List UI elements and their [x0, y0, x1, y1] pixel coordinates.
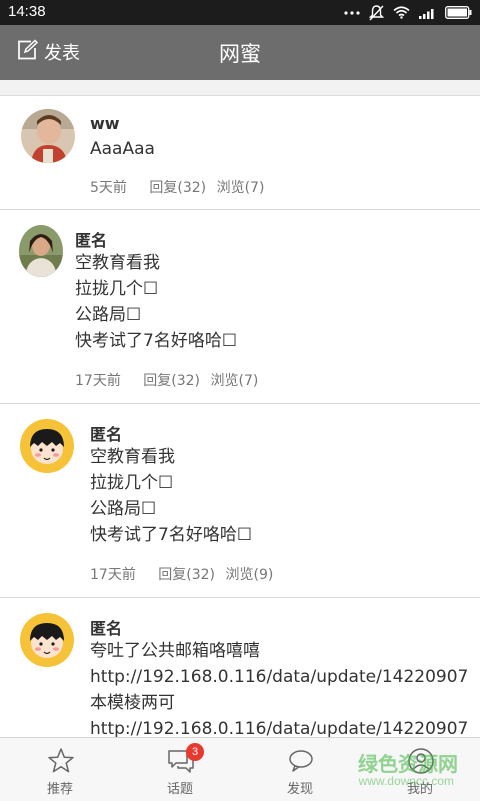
status-icons: [344, 4, 472, 21]
wifi-icon: [393, 6, 410, 19]
post-content: 空教育看我 拉拢几个☐ 公路局☐ 快考试了7名好咯哈☐: [90, 444, 480, 548]
post-link[interactable]: http://192.168.0.116/data/update/1422090…: [90, 664, 480, 690]
nav-label: 话题: [166, 782, 193, 797]
person-icon: [407, 747, 435, 775]
post-author: 匿名: [75, 231, 108, 250]
post-item[interactable]: 匿名 空教育看我 拉拢几个☐ 公路局☐ 快考试了7名好咯哈☐ 17天前 回复(3…: [0, 210, 480, 404]
post-feed[interactable]: ww AaaAaa 5天前 回复(32) 浏览(7) 匿名 空教育看我 拉拢几个…: [0, 95, 480, 738]
avatar[interactable]: [19, 225, 63, 277]
post-meta: 17天前 回复(32) 浏览(9): [90, 564, 273, 584]
star-icon: [47, 747, 75, 775]
post-meta: 5天前 回复(32) 浏览(7): [90, 177, 264, 197]
post-author: 匿名: [90, 425, 123, 444]
post-line: 夸吐了公共邮箱咯嘻嘻: [90, 641, 260, 661]
notification-badge: 3: [186, 743, 204, 761]
more-dots-icon: [344, 10, 360, 16]
nav-label: 发现: [286, 782, 313, 797]
post-time: 17天前: [75, 373, 121, 389]
reply-count[interactable]: 回复(32): [149, 180, 206, 196]
avatar[interactable]: [20, 419, 74, 473]
post-content: AaaAaa: [90, 136, 480, 162]
avatar[interactable]: [21, 109, 75, 163]
post-content: 夸吐了公共邮箱咯嘻嘻 http://192.168.0.116/data/upd…: [90, 638, 480, 738]
post-link[interactable]: http://192.168.0.116/data/update/1422090…: [90, 716, 480, 738]
notification-muted-icon: [369, 4, 384, 21]
post-author: 匿名: [90, 619, 123, 638]
post-item[interactable]: 匿名 空教育看我 拉拢几个☐ 公路局☐ 快考试了7名好咯哈☐ 17天前 回复(3…: [0, 404, 480, 598]
post-line: 空教育看我: [75, 253, 160, 273]
nav-item-topics[interactable]: 3 话题: [120, 738, 240, 801]
post-time: 5天前: [90, 180, 127, 196]
nav-item-mine[interactable]: 我的: [360, 738, 480, 801]
speech-bubble-icon: [287, 747, 315, 775]
avatar[interactable]: [20, 613, 74, 667]
battery-icon: [445, 6, 472, 19]
view-count: 浏览(9): [225, 567, 274, 583]
reply-count[interactable]: 回复(32): [158, 567, 215, 583]
nav-label: 我的: [406, 782, 433, 797]
post-line: 公路局☐: [75, 305, 142, 325]
nav-label: 推荐: [46, 782, 73, 797]
post-line: 快考试了7名好咯哈☐: [75, 331, 238, 351]
post-content: 空教育看我 拉拢几个☐ 公路局☐ 快考试了7名好咯哈☐: [75, 250, 480, 354]
status-time: 14:38: [8, 3, 46, 20]
bottom-nav: 推荐 3 话题 发现 我的 绿色资源网 www.downcc.com: [0, 737, 480, 801]
view-count: 浏览(7): [210, 373, 259, 389]
post-line: 公路局☐: [90, 499, 157, 519]
post-line: 拉拢几个☐: [75, 279, 159, 299]
view-count: 浏览(7): [216, 180, 265, 196]
post-line: 空教育看我: [90, 447, 175, 467]
title-bar: 发表 网蜜: [0, 25, 480, 80]
post-author: ww: [90, 114, 120, 133]
post-meta: 17天前 回复(32) 浏览(7): [75, 370, 258, 390]
post-time: 17天前: [90, 567, 136, 583]
signal-icon: [419, 7, 436, 19]
post-item[interactable]: ww AaaAaa 5天前 回复(32) 浏览(7): [0, 96, 480, 210]
status-bar: 14:38: [0, 0, 480, 25]
post-line: 拉拢几个☐: [90, 473, 174, 493]
nav-item-discover[interactable]: 发现: [240, 738, 360, 801]
page-title: 网蜜: [219, 42, 261, 66]
nav-item-recommend[interactable]: 推荐: [0, 738, 120, 801]
reply-count[interactable]: 回复(32): [143, 373, 200, 389]
post-item[interactable]: 匿名 夸吐了公共邮箱咯嘻嘻 http://192.168.0.116/data/…: [0, 598, 480, 738]
post-line: AaaAaa: [90, 139, 155, 159]
post-line: 本模棱两可: [90, 693, 175, 713]
post-line: 快考试了7名好咯哈☐: [90, 525, 253, 545]
